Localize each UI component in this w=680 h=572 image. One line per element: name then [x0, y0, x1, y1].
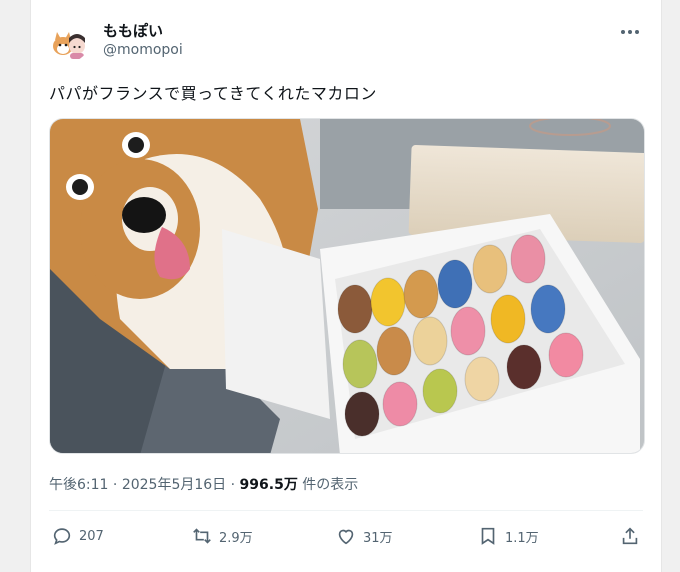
- retweet-count: 2.9万: [219, 530, 253, 546]
- display-name[interactable]: ももぽい: [103, 20, 163, 41]
- reply-icon: [53, 528, 71, 545]
- tweet-image[interactable]: [49, 118, 645, 454]
- avatar[interactable]: [49, 22, 89, 62]
- tweet-text: パパがフランスで買ってきてくれたマカロン: [49, 84, 377, 103]
- retweet-icon: [193, 528, 211, 544]
- retweet-button[interactable]: 2.9万: [191, 522, 253, 550]
- action-bar: 207 2.9万 31万 1.1万: [51, 522, 643, 550]
- more-icon[interactable]: [615, 22, 645, 42]
- bookmark-count: 1.1万: [505, 530, 539, 546]
- meta-separator: ·: [230, 477, 240, 493]
- view-count-label: 件の表示: [302, 477, 359, 493]
- share-button[interactable]: [619, 522, 641, 550]
- tweet-time[interactable]: 午後6:11: [49, 477, 108, 493]
- tweet-header: ももぽい @momopoi: [49, 18, 645, 64]
- reply-count: 207: [79, 528, 104, 544]
- like-icon: [338, 529, 354, 545]
- tweet-card: ももぽい @momopoi パパがフランスで買ってきてくれたマカロン 午後6:1…: [30, 0, 662, 572]
- reply-button[interactable]: 207: [51, 522, 104, 550]
- bookmark-button[interactable]: 1.1万: [477, 522, 539, 550]
- meta-separator: ·: [112, 477, 122, 493]
- tweet-date[interactable]: 2025年5月16日: [122, 477, 226, 493]
- tweet-meta: 午後6:11 · 2025年5月16日 · 996.5万 件の表示: [49, 474, 358, 494]
- share-icon: [622, 527, 638, 545]
- user-handle[interactable]: @momopoi: [103, 42, 183, 58]
- like-button[interactable]: 31万: [335, 522, 393, 550]
- view-count: 996.5万: [239, 477, 298, 493]
- like-count: 31万: [363, 530, 393, 546]
- divider: [49, 510, 643, 511]
- bookmark-icon: [481, 527, 495, 545]
